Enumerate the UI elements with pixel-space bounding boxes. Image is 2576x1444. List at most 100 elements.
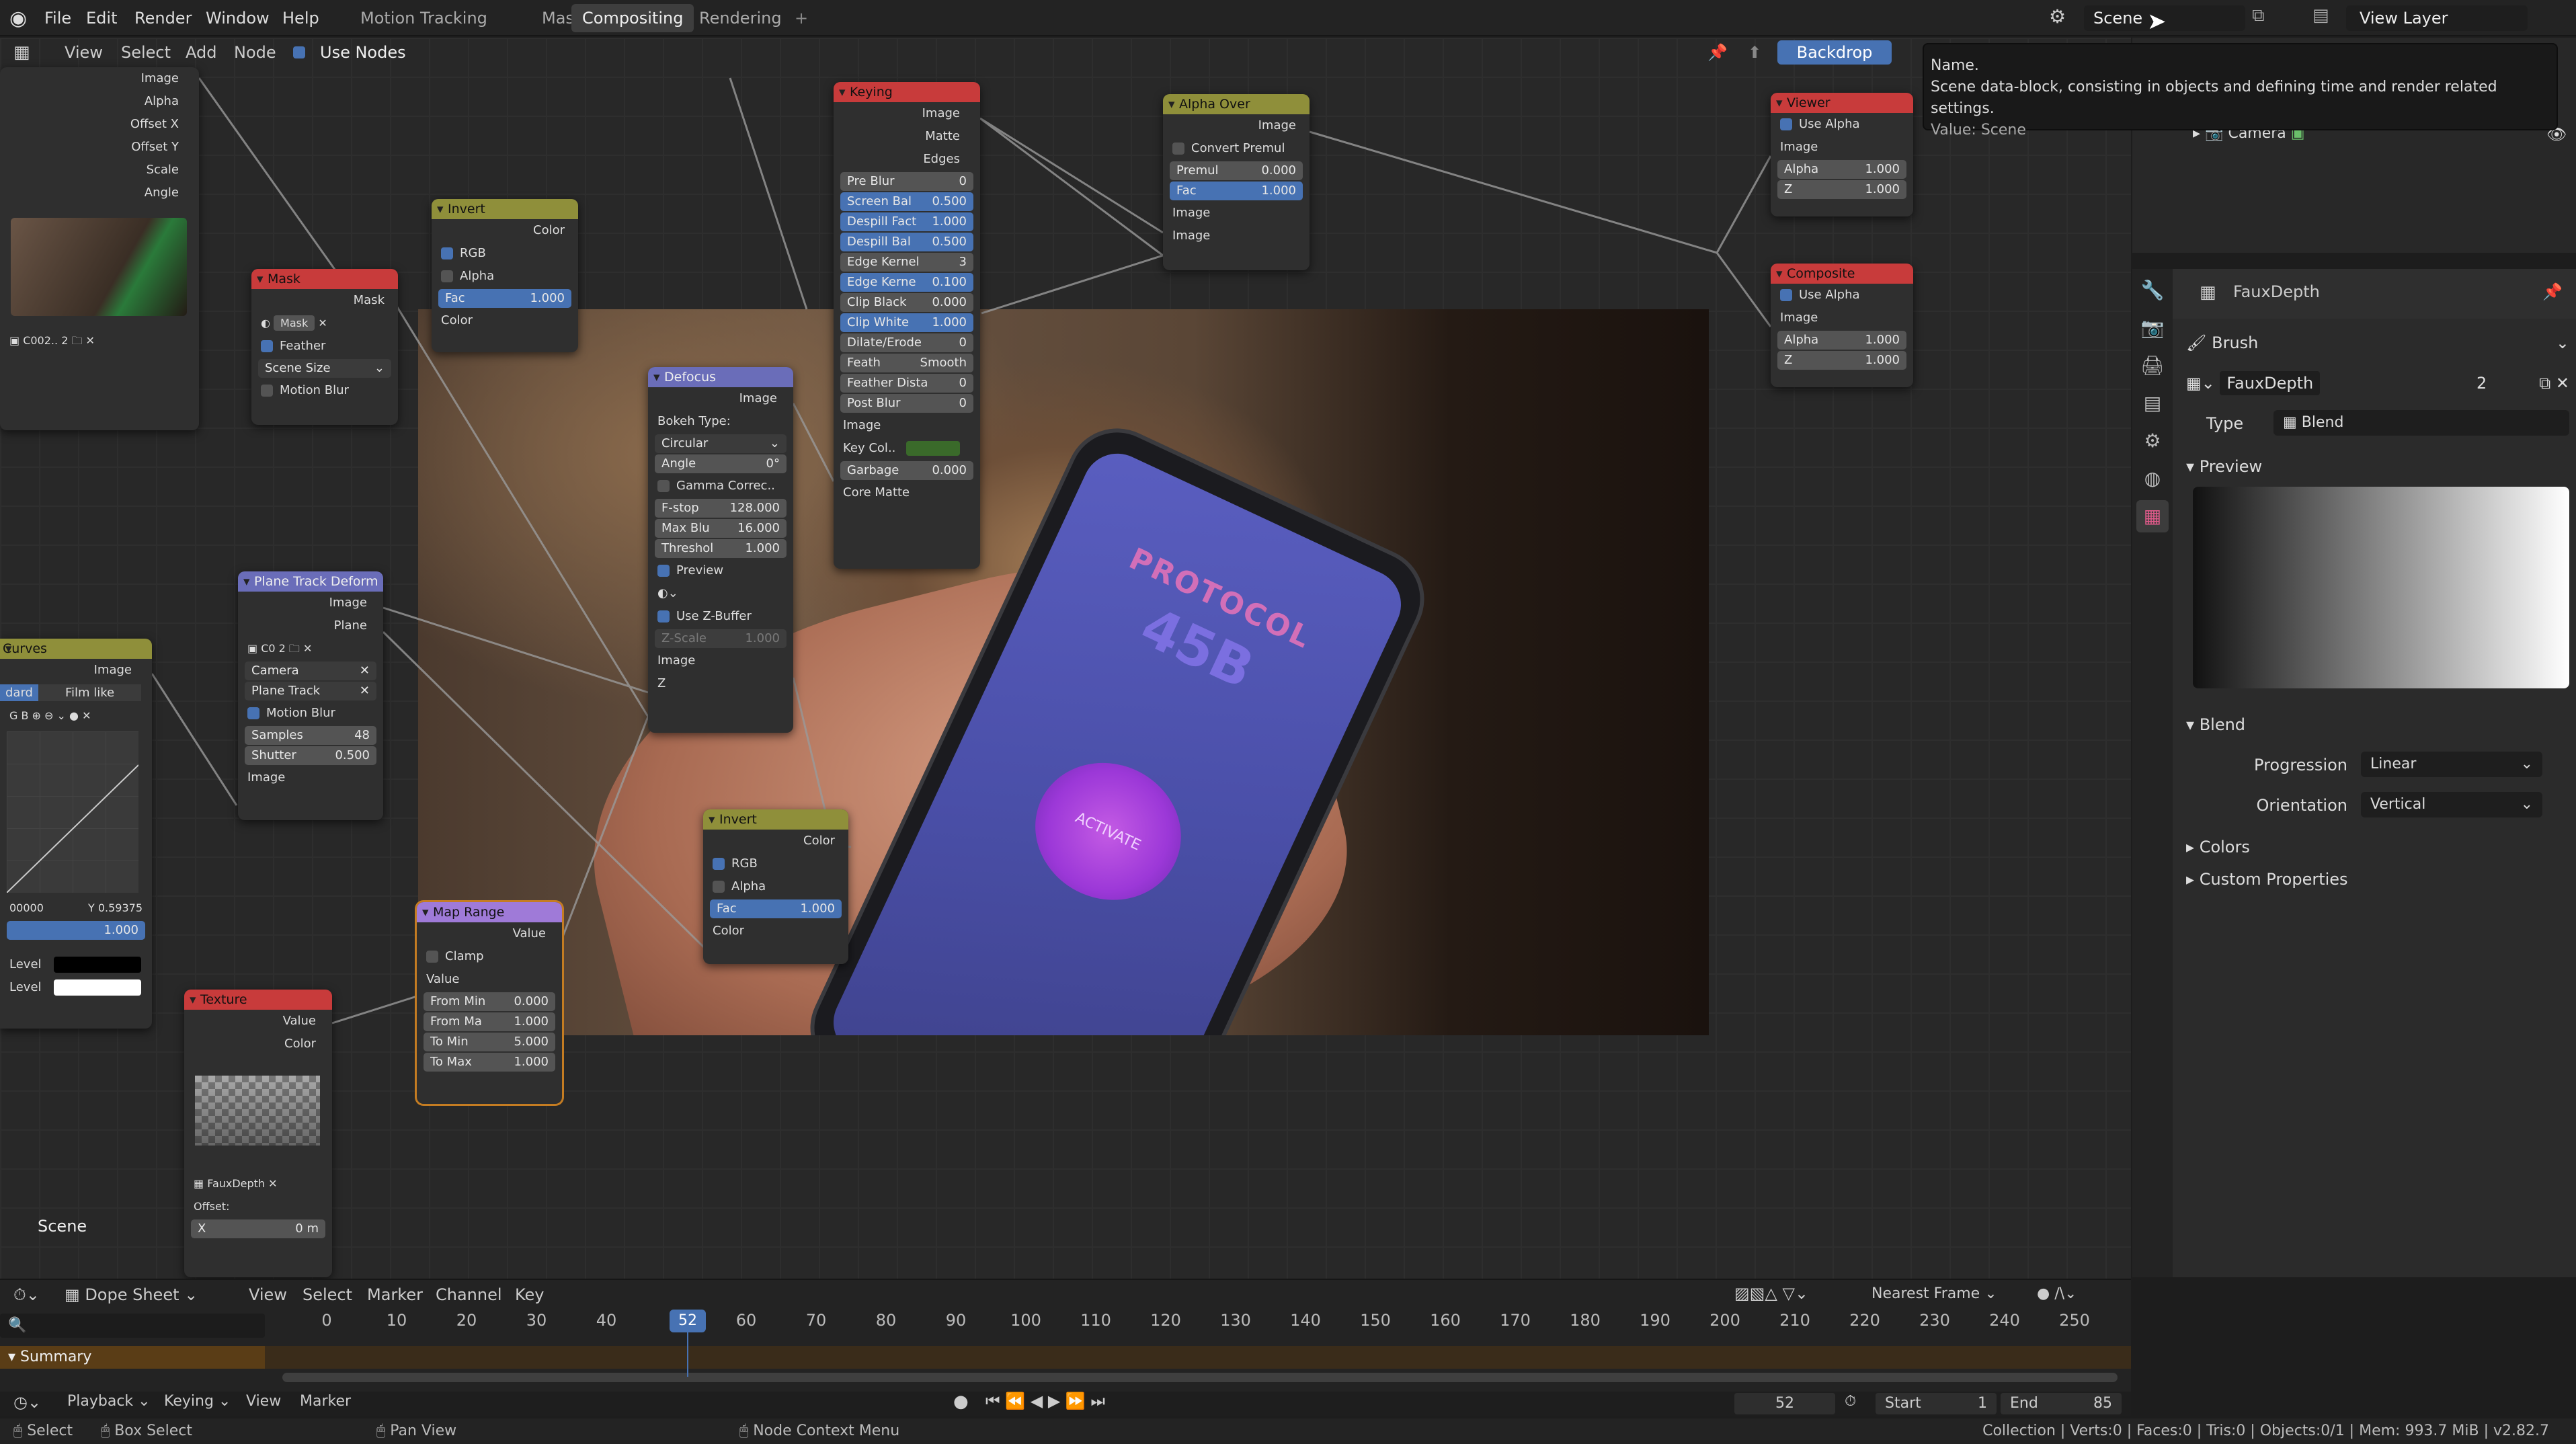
map-range-from-min[interactable]: From Min 0.000 <box>424 992 555 1011</box>
output-tab-icon[interactable]: 🖨 <box>2136 350 2169 382</box>
plane-track-samples[interactable]: Samples 48 <box>245 726 376 745</box>
timeline-menu-marker[interactable]: Marker <box>300 1393 351 1410</box>
current-frame-field[interactable]: 52 <box>1734 1393 1835 1414</box>
texture-tab-icon[interactable]: ▦ <box>2136 500 2169 532</box>
defocus-maxblur[interactable]: Max Blu 16.000 <box>655 519 787 538</box>
defocus-bokeh-dropdown[interactable]: Circular ⌄ <box>655 434 787 453</box>
playhead-frame[interactable]: 52 <box>670 1310 706 1332</box>
curves-graph[interactable] <box>7 731 138 893</box>
alpha-over-fac[interactable]: Fac 1.000 <box>1170 182 1303 200</box>
dope-scrollbar[interactable] <box>282 1373 2118 1382</box>
alpha-over-node[interactable]: Alpha Over Image Convert Premul Premul0.… <box>1163 94 1310 270</box>
map-range-node[interactable]: Map Range Value Clamp Value From Min0.00… <box>417 902 562 1104</box>
playback-controls[interactable]: ⏮ ⏪ ◀ ▶ ⏩ ⏭ <box>985 1392 1105 1410</box>
view-layer-tab-icon[interactable]: ▤ <box>2136 387 2169 419</box>
invert2-rgb[interactable]: RGB <box>703 852 848 875</box>
keying-field[interactable]: Despill Bal 0.500 <box>840 233 973 251</box>
composite-z[interactable]: Z 1.000 <box>1777 351 1906 370</box>
brush-row[interactable]: 🖌 Brush ⌄ <box>2186 325 2569 360</box>
dope-menu-view[interactable]: View <box>249 1285 287 1304</box>
texture-selector[interactable]: ▦ FauxDepth ✕ <box>184 1172 332 1195</box>
preview-range-icon[interactable]: ⏱ <box>1845 1393 1856 1410</box>
keying-field[interactable]: Edge Kerne 0.100 <box>840 273 973 292</box>
invert-fac-field[interactable]: Fac 1.000 <box>438 289 571 308</box>
world-tab-icon[interactable]: ◍ <box>2136 463 2169 495</box>
dope-menu-channel[interactable]: Channel <box>436 1285 502 1304</box>
map-range-to-min[interactable]: To Min 5.000 <box>424 1033 555 1051</box>
composite-use-alpha[interactable]: Use Alpha <box>1771 284 1913 307</box>
keying-garbage-field[interactable]: Garbage 0.000 <box>840 461 973 480</box>
defocus-node[interactable]: Defocus Image Bokeh Type: Circular⌄ Angl… <box>648 367 793 733</box>
viewer-alpha[interactable]: Alpha 1.000 <box>1777 160 1906 179</box>
view-layer-icon[interactable]: ▤ <box>2312 5 2329 26</box>
plane-track-node[interactable]: Plane Track Deform Image Plane ▣ C0 2 🗀 … <box>238 571 383 820</box>
summary-row[interactable]: ▾ Summary <box>0 1346 265 1369</box>
invert2-fac[interactable]: Fac 1.000 <box>710 899 842 918</box>
mask-feather[interactable]: Feather <box>251 335 398 358</box>
dope-menu-select[interactable]: Select <box>303 1285 352 1304</box>
defocus-angle[interactable]: Angle 0° <box>655 454 787 473</box>
curves-value[interactable]: 1.000 <box>7 921 145 940</box>
dope-sheet[interactable]: ⏱⌄ ▦ Dope Sheet ⌄ View Select Marker Cha… <box>0 1279 2131 1392</box>
render-tab-icon[interactable]: 📷 <box>2136 312 2169 344</box>
mask-node[interactable]: Mask Mask ◐ Mask ✕ Feather Scene Size⌄ M… <box>251 269 398 425</box>
invert2-alpha[interactable]: Alpha <box>703 875 848 898</box>
plane-track-shutter[interactable]: Shutter 0.500 <box>245 746 376 765</box>
end-frame-field[interactable]: End 85 <box>2001 1393 2122 1414</box>
invert-rgb[interactable]: RGB <box>432 242 578 265</box>
blend-panel-header[interactable]: ▾ Blend <box>2186 707 2569 742</box>
keying-field[interactable]: Screen Bal 0.500 <box>840 192 973 211</box>
viewer-z[interactable]: Z 1.000 <box>1777 180 1906 199</box>
progression-row[interactable]: Progression Linear ⌄ <box>2186 748 2569 783</box>
props-pin-icon[interactable]: 📌 <box>2542 282 2563 301</box>
timeline-menu-view[interactable]: View <box>246 1393 281 1410</box>
colors-panel-header[interactable]: ▸ Colors <box>2186 830 2569 865</box>
menu-playback[interactable]: Playback ⌄ <box>67 1393 151 1410</box>
defocus-gamma[interactable]: Gamma Correc.. <box>648 475 793 497</box>
keying-field[interactable]: Clip Black 0.000 <box>840 293 973 312</box>
curves-tabs[interactable]: dard Film like <box>0 682 152 705</box>
dope-search-field[interactable]: 🔍 <box>0 1314 265 1338</box>
dope-mode-dropdown[interactable]: ▦ Dope Sheet ⌄ <box>65 1285 198 1304</box>
keying-field[interactable]: Pre Blur 0 <box>840 172 973 191</box>
composite-node[interactable]: Composite Use Alpha Image Alpha1.000 Z1.… <box>1771 264 1913 387</box>
viewer-node[interactable]: Viewer Use Alpha Image Alpha1.000 Z1.000 <box>1771 93 1913 216</box>
defocus-threshold[interactable]: Threshol 1.000 <box>655 539 787 558</box>
keying-node[interactable]: Keying Image Matte Edges Pre Blur0Screen… <box>834 82 980 569</box>
texture-node[interactable]: Texture Value Color ▦ FauxDepth ✕ Offset… <box>184 990 332 1277</box>
defocus-preview[interactable]: Preview <box>648 559 793 582</box>
map-range-to-max[interactable]: To Max 1.000 <box>424 1053 555 1072</box>
plane-track-track[interactable]: Plane Track ✕ <box>245 682 376 700</box>
curves-white-level[interactable]: Level <box>0 976 152 999</box>
proportional-icons[interactable]: ● ∕\⌄ <box>2037 1285 2077 1302</box>
mask-motion-blur[interactable]: Motion Blur <box>251 379 398 402</box>
keying-in-keycolor[interactable]: Key Col.. <box>834 437 980 460</box>
keying-field[interactable]: Dilate/Erode 0 <box>840 333 973 352</box>
tool-tab-icon[interactable]: 🔧 <box>2136 274 2169 307</box>
record-button[interactable]: ● <box>953 1392 969 1412</box>
type-row[interactable]: Type ▦ Blend <box>2186 406 2569 441</box>
plane-track-camera[interactable]: Camera ✕ <box>245 661 376 680</box>
preview-panel-header[interactable]: ▾ Preview <box>2186 449 2569 484</box>
defocus-zscale[interactable]: Z-Scale 1.000 <box>655 629 787 648</box>
keying-field[interactable]: Post Blur 0 <box>840 394 973 413</box>
composite-alpha[interactable]: Alpha 1.000 <box>1777 331 1906 350</box>
map-range-from-max[interactable]: From Ma 1.000 <box>424 1012 555 1031</box>
view-layer-field[interactable]: View Layer <box>2346 5 2528 31</box>
invert-node-1[interactable]: Invert Color RGB Alpha Fac1.000 Color <box>432 199 578 352</box>
curves-channel-icons[interactable]: G B ⊕ ⊖ ⌄ ● ✕ <box>0 705 152 727</box>
snap-dropdown[interactable]: Nearest Frame ⌄ <box>1871 1285 2019 1302</box>
dope-menu-key[interactable]: Key <box>515 1285 545 1304</box>
invert-node-2[interactable]: Invert Color RGB Alpha Fac1.000 Color <box>703 809 848 964</box>
movie-clip-node[interactable]: Image Alpha Offset X Offset Y Scale Angl… <box>0 67 199 430</box>
alpha-over-convert[interactable]: Convert Premul <box>1163 137 1310 160</box>
keying-field[interactable]: Clip White 1.000 <box>840 313 973 332</box>
alpha-over-premul[interactable]: Premul 0.000 <box>1170 161 1303 180</box>
new-scene-icon[interactable]: ⧉ <box>2252 5 2265 26</box>
mask-size-dropdown[interactable]: Scene Size ⌄ <box>258 359 391 378</box>
start-frame-field[interactable]: Start 1 <box>1876 1393 1997 1414</box>
keying-field[interactable]: Feather Dista 0 <box>840 374 973 393</box>
orientation-row[interactable]: Orientation Vertical ⌄ <box>2186 788 2569 823</box>
curves-black-level[interactable]: Level <box>0 953 152 976</box>
dope-editor-icon[interactable]: ⏱⌄ <box>13 1285 40 1304</box>
